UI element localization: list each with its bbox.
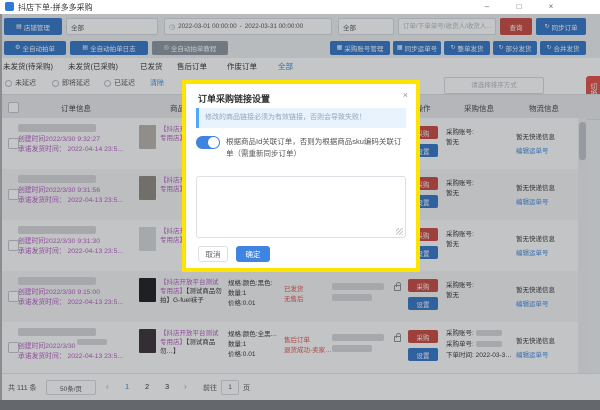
purchase-link-textarea[interactable] bbox=[196, 176, 406, 238]
cancel-button[interactable]: 取消 bbox=[198, 246, 228, 262]
modal-info-alert: 修改的商品链接必须为有效链接，否则会导致失败！ bbox=[196, 108, 406, 128]
toggle-description: 根据商品Id关联订单，否则为根据商品sku编码关联订单（需重新同步订单） bbox=[226, 137, 402, 158]
modal-title: 订单采购链接设置 bbox=[198, 94, 271, 104]
app-icon bbox=[5, 2, 14, 11]
window-title: 抖店下单-拼多多采购 bbox=[18, 3, 93, 12]
purchase-link-settings-modal: 订单采购链接设置 × 修改的商品链接必须为有效链接，否则会导致失败！ 根据商品I… bbox=[182, 80, 420, 272]
maximize-button[interactable]: □ bbox=[510, 0, 528, 13]
app-window: 抖店下单-拼多多采购 – □ × ▤ 店铺管理 全部 ◷ 2022-03-01 … bbox=[0, 0, 600, 410]
modal-close-icon[interactable]: × bbox=[403, 90, 408, 100]
link-by-product-id-toggle[interactable] bbox=[196, 136, 220, 149]
confirm-button[interactable]: 确定 bbox=[236, 246, 270, 262]
close-window-button[interactable]: × bbox=[542, 0, 560, 13]
modal-toggle-block: 根据商品Id关联订单，否则为根据商品sku编码关联订单（需重新同步订单） bbox=[196, 136, 406, 160]
title-bar: 抖店下单-拼多多采购 – □ × bbox=[0, 0, 600, 15]
minimize-button[interactable]: – bbox=[478, 0, 496, 13]
